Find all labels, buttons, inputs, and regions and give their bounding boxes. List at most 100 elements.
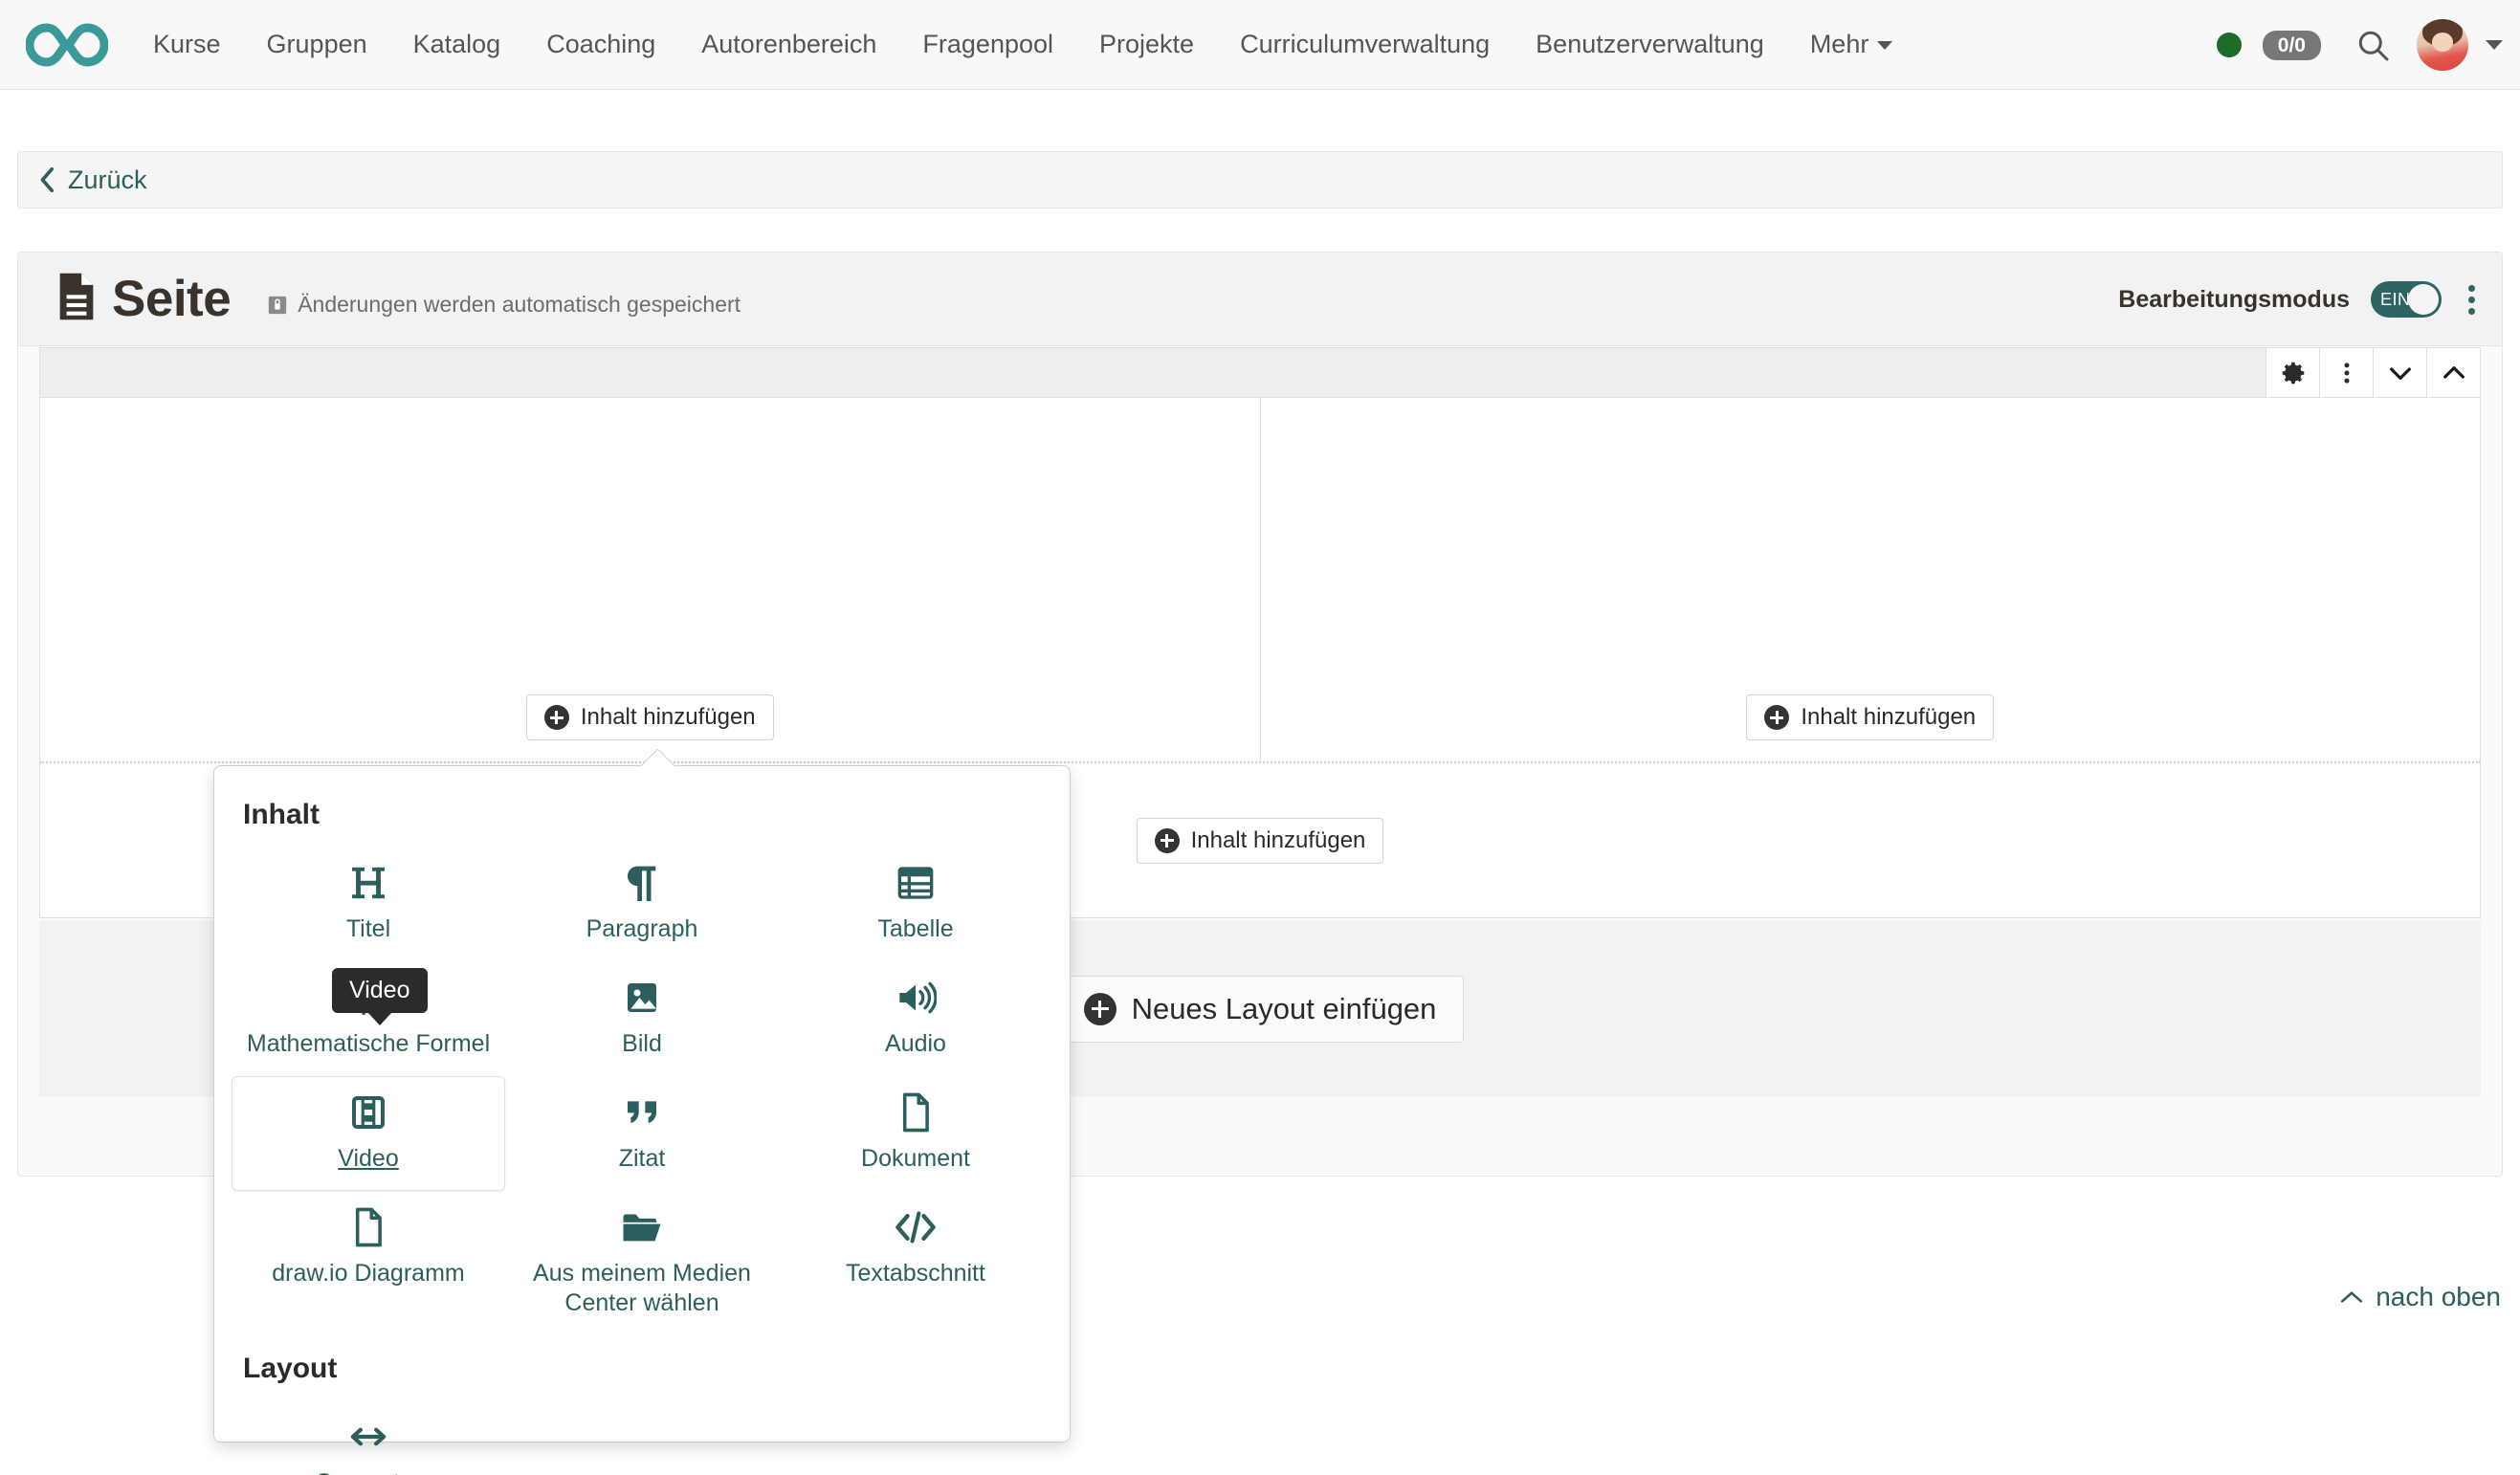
popup-item-label: Textabschnitt [846, 1260, 985, 1287]
popup-item-titel[interactable]: Titel [232, 847, 505, 961]
chevron-down-icon [2389, 366, 2411, 380]
popup-item-label: Tabelle [877, 915, 954, 942]
infinity-logo-icon[interactable] [21, 18, 113, 72]
document-icon [56, 272, 97, 326]
page-title: Seite [112, 271, 232, 327]
add-content-label: Inhalt hinzufügen [1801, 704, 1977, 730]
left-column: Inhalt hinzufügen [40, 398, 1261, 761]
nav-label: Gruppen [266, 30, 367, 58]
nav-item-benutzerverwaltung[interactable]: Benutzerverwaltung [1513, 30, 1787, 59]
popup-item-label: Zitat [618, 1145, 666, 1172]
popup-item-zitat[interactable]: Zitat [505, 1076, 779, 1191]
popup-item-label: Audio [885, 1030, 946, 1057]
back-to-top-label: nach oben [2376, 1282, 2501, 1311]
popup-item-drawio-diagramm[interactable]: draw.io Diagramm [232, 1191, 505, 1328]
toggle-state-label: EIN [2380, 289, 2411, 309]
popup-item-medien-center[interactable]: Aus meinem Medien Center wählen [505, 1191, 779, 1328]
popup-item-label: Separator [316, 1468, 421, 1475]
toggle-knob [2408, 284, 2439, 315]
page-header: Seite Änderungen werden automatisch gesp… [18, 253, 2502, 346]
autosave-status: Änderungen werden automatisch gespeicher… [267, 280, 741, 318]
plus-circle-icon [543, 705, 569, 730]
add-content-label: Inhalt hinzufügen [580, 704, 756, 730]
avatar[interactable] [2417, 19, 2468, 71]
nav-label: Fragenpool [922, 30, 1054, 58]
back-button[interactable]: Zurück [39, 165, 147, 195]
block-toolbar [39, 347, 2481, 398]
chevron-down-icon[interactable] [2486, 40, 2503, 50]
search-icon[interactable] [2350, 22, 2396, 68]
nav-item-projekte[interactable]: Projekte [1076, 30, 1217, 59]
autosave-text: Änderungen werden automatisch gespeicher… [298, 292, 741, 317]
video-film-icon [349, 1090, 387, 1134]
plus-circle-icon [1764, 705, 1790, 730]
popup-item-textabschnitt[interactable]: Textabschnitt [779, 1191, 1052, 1328]
nav-label: Katalog [412, 30, 501, 58]
popup-item-dokument[interactable]: Dokument [779, 1076, 1052, 1191]
add-content-label: Inhalt hinzufügen [1190, 826, 1366, 853]
add-content-button-right[interactable]: Inhalt hinzufügen [1746, 694, 1995, 740]
nav-item-list: Kurse Gruppen Katalog Coaching Autorenbe… [130, 30, 1915, 59]
add-content-button-left[interactable]: Inhalt hinzufügen [525, 694, 774, 740]
insert-new-layout-button[interactable]: Neues Layout einfügen [1055, 975, 1465, 1043]
popup-item-paragraph[interactable]: Paragraph [505, 847, 779, 961]
popup-item-label: Aus meinem Medien Center wählen [533, 1260, 751, 1317]
nav-label: Mehr [1809, 30, 1869, 58]
plus-circle-icon [1083, 992, 1116, 1025]
notification-counter-badge[interactable]: 0/0 [2262, 30, 2321, 60]
save-lock-icon [269, 296, 287, 314]
popup-item-bild[interactable]: Bild [505, 961, 779, 1076]
chevron-left-icon [40, 166, 55, 193]
more-options-button[interactable] [2319, 348, 2373, 397]
nav-item-katalog[interactable]: Katalog [390, 30, 524, 59]
move-up-button[interactable] [2426, 348, 2480, 397]
document-file-icon [899, 1090, 932, 1134]
popup-item-tabelle[interactable]: Tabelle [779, 847, 1052, 961]
edit-mode-toggle[interactable]: EIN [2371, 281, 2442, 318]
table-icon [896, 861, 935, 905]
heading-icon [349, 861, 387, 905]
nav-item-autorenbereich[interactable]: Autorenbereich [678, 30, 899, 59]
gear-icon [2282, 362, 2304, 384]
popup-item-video[interactable]: Video [232, 1076, 505, 1191]
folder-open-icon [621, 1205, 663, 1249]
page-header-controls: Bearbeitungsmodus EIN [2118, 253, 2481, 346]
page-options-menu-button[interactable] [2463, 279, 2481, 320]
popup-item-separator[interactable]: Separator [232, 1400, 505, 1475]
popup-item-label: Bild [622, 1030, 662, 1057]
add-content-button-lower[interactable]: Inhalt hinzufügen [1136, 817, 1384, 864]
chevron-up-icon [2341, 1291, 2363, 1303]
nav-item-curriculumverwaltung[interactable]: Curriculumverwaltung [1217, 30, 1513, 59]
popup-arrow [641, 749, 675, 766]
nav-label: Autorenbereich [701, 30, 877, 58]
back-bar: Zurück [17, 151, 2503, 209]
chevron-down-icon [1877, 41, 1893, 51]
vertical-dots-icon [2344, 362, 2349, 384]
online-status-dot [2216, 33, 2242, 57]
nav-label: Benutzerverwaltung [1536, 30, 1764, 58]
code-icon [895, 1205, 937, 1249]
back-label: Zurück [68, 165, 147, 194]
settings-gear-button[interactable] [2266, 348, 2319, 397]
chevron-up-icon [2443, 365, 2465, 379]
nav-label: Curriculumverwaltung [1240, 30, 1491, 58]
nav-item-coaching[interactable]: Coaching [523, 30, 678, 59]
dot [2468, 296, 2475, 303]
add-content-popup: Inhalt Titel Paragraph Tabelle Mathemati… [213, 765, 1071, 1475]
popup-content-grid: Titel Paragraph Tabelle Mathematische Fo… [232, 847, 1052, 1328]
nav-item-fragenpool[interactable]: Fragenpool [899, 30, 1076, 59]
popup-content-heading: Inhalt [243, 799, 320, 830]
video-tooltip: Video [332, 968, 428, 1013]
dot [2468, 307, 2475, 315]
paragraph-icon [624, 861, 660, 905]
nav-item-gruppen[interactable]: Gruppen [244, 30, 390, 59]
popup-item-label: Titel [345, 915, 391, 942]
back-to-top-link[interactable]: nach oben [2339, 1282, 2501, 1312]
popup-item-label: Mathematische Formel [246, 1030, 491, 1057]
nav-item-kurse[interactable]: Kurse [130, 30, 244, 59]
insert-new-layout-label: Neues Layout einfügen [1131, 991, 1437, 1025]
popup-layout-heading: Layout [243, 1352, 338, 1384]
nav-item-mehr[interactable]: Mehr [1787, 30, 1916, 59]
popup-item-audio[interactable]: Audio [779, 961, 1052, 1076]
move-down-button[interactable] [2373, 348, 2426, 397]
